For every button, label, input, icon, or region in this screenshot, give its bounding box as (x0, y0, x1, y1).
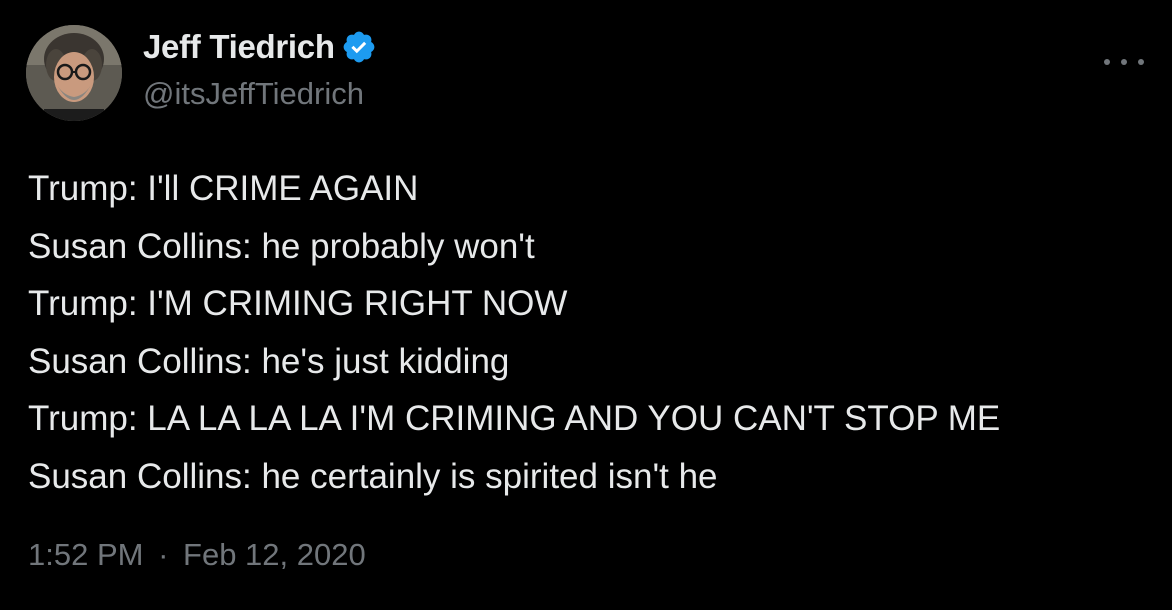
avatar[interactable] (26, 25, 122, 121)
display-name[interactable]: Jeff Tiedrich (143, 28, 335, 66)
dot (1121, 59, 1127, 65)
tweet-line: Susan Collins: he's just kidding (28, 341, 510, 381)
tweet-line: Trump: LA LA LA LA I'M CRIMING AND YOU C… (28, 399, 1001, 439)
tweet-date-link[interactable]: Feb 12, 2020 (183, 537, 366, 572)
verified-badge-icon[interactable] (341, 29, 377, 65)
user-handle[interactable]: @itsJeffTiedrich (143, 76, 377, 112)
tweet-text: Trump: I'll CRIME AGAIN Susan Collins: h… (28, 160, 1148, 506)
tweet-line: Trump: I'M CRIMING RIGHT NOW (28, 284, 568, 324)
tweet-time-link[interactable]: 1:52 PM (28, 537, 143, 572)
author-block: Jeff Tiedrich @itsJeffTiedrich (143, 26, 377, 112)
more-options-icon[interactable] (1104, 52, 1144, 72)
dot (1104, 59, 1110, 65)
tweet: Jeff Tiedrich @itsJeffTiedrich Trump: I'… (0, 0, 1172, 610)
name-row: Jeff Tiedrich (143, 26, 377, 68)
dot (1138, 59, 1144, 65)
tweet-timestamp: 1:52 PM · Feb 12, 2020 (28, 537, 366, 573)
tweet-line: Trump: I'll CRIME AGAIN (28, 169, 419, 208)
tweet-line: Susan Collins: he certainly is spirited … (28, 456, 718, 496)
tweet-line: Susan Collins: he probably won't (28, 226, 535, 266)
timestamp-separator: · (158, 537, 169, 572)
